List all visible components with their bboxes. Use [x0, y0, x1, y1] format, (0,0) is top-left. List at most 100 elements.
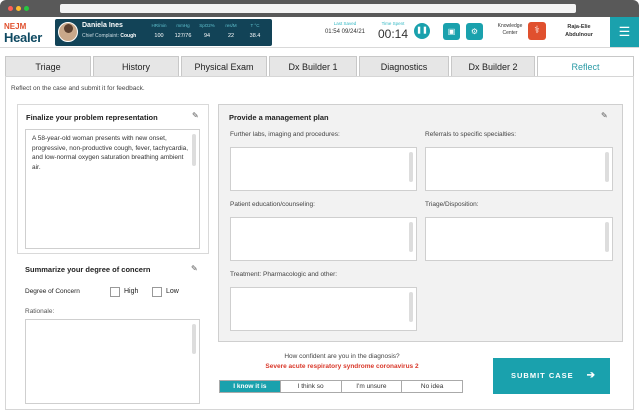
- tab-history[interactable]: History: [93, 56, 179, 76]
- patient-avatar: [58, 22, 78, 42]
- case-tabs: Triage History Physical Exam Dx Builder …: [5, 56, 634, 76]
- patient-info-bar: Daniela Ines Chief Complaint: Cough HR/m…: [55, 19, 272, 46]
- vital-label: SpO2%: [199, 23, 215, 28]
- scrollbar[interactable]: [605, 152, 609, 182]
- concern-title: Summarize your degree of concern: [25, 265, 151, 274]
- time-spent-label: Time Spent: [381, 21, 405, 26]
- stethoscope-icon: ⚕: [534, 25, 540, 36]
- low-label: Low: [166, 288, 179, 295]
- vitals-list: HR/min 100 mmHg 127/76 SpO2% 94 res/M 22 T °…: [148, 21, 268, 41]
- scrollbar[interactable]: [192, 324, 196, 354]
- edit-pencil-icon[interactable]: ✎: [601, 111, 608, 120]
- degree-of-concern-label: Degree of Concern: [25, 288, 80, 295]
- low-checkbox[interactable]: [152, 287, 162, 297]
- triage-label: Triage/Disposition:: [425, 201, 479, 208]
- hamburger-menu-icon: ☰: [618, 24, 631, 39]
- scrollbar[interactable]: [409, 292, 413, 322]
- edit-pencil-icon[interactable]: ✎: [191, 264, 198, 273]
- rationale-label: Rationale:: [25, 308, 55, 315]
- nejm-healer-logo[interactable]: NEJM Healer: [4, 22, 50, 45]
- user-name-line2: Abdulnour: [565, 32, 593, 38]
- diagnosis-text: Severe acute respiratory syndrome corona…: [265, 363, 419, 370]
- tab-reflect[interactable]: Reflect: [537, 56, 634, 76]
- problem-representation-title: Finalize your problem representation: [26, 113, 158, 122]
- tab-triage[interactable]: Triage: [5, 56, 91, 76]
- education-input[interactable]: [230, 217, 417, 261]
- knowledge-center-line1: Knowledge: [497, 23, 523, 29]
- tab-physical-exam[interactable]: Physical Exam: [181, 56, 267, 76]
- vital-blood-pressure: mmHg 127/76: [172, 21, 194, 41]
- edit-pencil-icon[interactable]: ✎: [192, 111, 199, 120]
- patient-name: Daniela Ines: [82, 22, 123, 29]
- pause-icon: ❚❚: [416, 27, 428, 34]
- chief-complaint-label: Chief Complaint:: [82, 33, 119, 39]
- management-plan-panel: Provide a management plan ✎ Further labs…: [218, 104, 623, 342]
- tab-diagnostics[interactable]: Diagnostics: [359, 56, 449, 76]
- problem-representation-text: A 58-year-old woman presents with new on…: [32, 135, 189, 171]
- vital-label: mmHg: [176, 23, 190, 28]
- vital-heart-rate: HR/min 100: [148, 21, 170, 41]
- user-name[interactable]: Raja-Elie Abdulnour: [557, 23, 601, 39]
- management-plan-title: Provide a management plan: [229, 113, 329, 122]
- chief-complaint-value: Cough: [120, 33, 137, 39]
- address-bar[interactable]: [60, 4, 576, 13]
- arrow-right-icon: ➔: [586, 370, 596, 381]
- instruction-text: Reflect on the case and submit it for fe…: [11, 85, 145, 92]
- logo-bottom-text: Healer: [4, 30, 42, 45]
- submit-case-button[interactable]: SUBMIT CASE ➔: [493, 358, 610, 394]
- confidence-option-no-idea[interactable]: No idea: [402, 381, 462, 392]
- chief-complaint: Chief Complaint: Cough: [82, 33, 136, 39]
- tab-dx-builder-2[interactable]: Dx Builder 2: [451, 56, 535, 76]
- last-saved: Last Saved 01:54 09/24/21: [318, 21, 372, 35]
- confidence-option-unsure[interactable]: I'm unsure: [342, 381, 403, 392]
- labs-label: Further labs, imaging and procedures:: [230, 131, 340, 138]
- last-saved-label: Last Saved: [333, 21, 357, 26]
- time-spent-value: 00:14: [377, 27, 409, 41]
- scrollbar[interactable]: [409, 152, 413, 182]
- triage-input[interactable]: [425, 217, 613, 261]
- labs-input[interactable]: [230, 147, 417, 191]
- referrals-input[interactable]: [425, 147, 613, 191]
- time-spent: Time Spent 00:14: [376, 21, 410, 41]
- browser-chrome: [0, 0, 639, 17]
- settings-button[interactable]: ⚙: [466, 23, 483, 40]
- problem-representation-panel: Finalize your problem representation ✎ A…: [17, 104, 209, 254]
- vital-value: 22: [227, 33, 235, 39]
- pause-button[interactable]: ❚❚: [414, 23, 430, 39]
- save-button[interactable]: ▣: [443, 23, 460, 40]
- last-saved-value: 01:54 09/24/21: [324, 29, 366, 35]
- referrals-label: Referrals to specific specialties:: [425, 131, 517, 138]
- confidence-option-know[interactable]: I know it is: [220, 381, 281, 392]
- submit-case-label: SUBMIT CASE: [511, 371, 574, 380]
- vital-temperature: T °C 38.4: [244, 21, 266, 41]
- vital-value: 94: [203, 33, 211, 39]
- tab-dx-builder-1[interactable]: Dx Builder 1: [269, 56, 357, 76]
- knowledge-center-label[interactable]: Knowledge Center: [494, 23, 526, 37]
- scrollbar[interactable]: [192, 134, 196, 166]
- save-icon: ▣: [447, 27, 456, 36]
- close-window-icon[interactable]: [8, 6, 13, 11]
- scrollbar[interactable]: [409, 222, 413, 252]
- minimize-window-icon[interactable]: [16, 6, 21, 11]
- app-header: NEJM Healer Daniela Ines Chief Complaint…: [0, 17, 639, 48]
- high-label: High: [124, 288, 139, 295]
- education-label: Patient education/counseling:: [230, 201, 315, 208]
- problem-representation-input[interactable]: A 58-year-old woman presents with new on…: [25, 129, 200, 249]
- user-name-line1: Raja-Elie: [567, 24, 591, 30]
- high-checkbox[interactable]: [110, 287, 120, 297]
- gear-icon: ⚙: [470, 27, 479, 36]
- knowledge-center-line2: Center: [502, 30, 518, 36]
- treatment-label: Treatment: Pharmacologic and other:: [230, 271, 338, 278]
- knowledge-center-button[interactable]: ⚕: [528, 22, 546, 40]
- confidence-option-think[interactable]: I think so: [281, 381, 342, 392]
- vital-spo2: SpO2% 94: [196, 21, 218, 41]
- vital-label: res/M: [225, 23, 237, 28]
- maximize-window-icon[interactable]: [24, 6, 29, 11]
- vital-label: T °C: [250, 23, 260, 28]
- rationale-input[interactable]: [25, 319, 200, 404]
- vital-value: 38.4: [249, 33, 261, 39]
- scrollbar[interactable]: [605, 222, 609, 252]
- treatment-input[interactable]: [230, 287, 417, 331]
- menu-button[interactable]: ☰: [610, 17, 639, 47]
- vital-label: HR/min: [151, 23, 167, 28]
